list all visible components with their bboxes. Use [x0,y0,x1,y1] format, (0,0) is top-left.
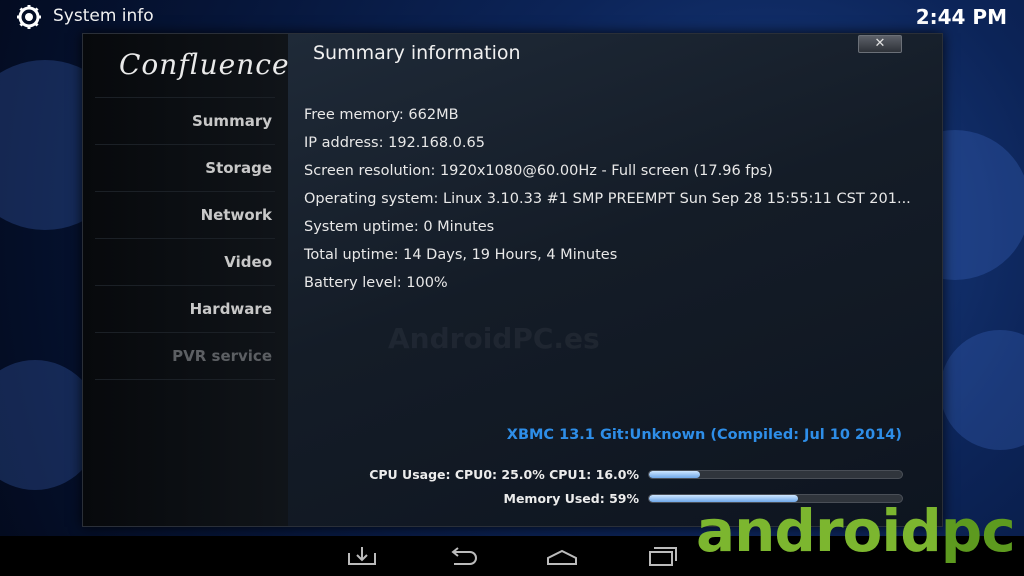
info-screen-resolution: Screen resolution: 1920x1080@60.00Hz - F… [304,163,773,179]
cpu-usage-fill [649,471,700,478]
back-icon[interactable] [444,544,480,568]
window-title: System info [53,6,154,26]
gear-icon [17,5,41,29]
watermark: AndroidPC.es [388,322,600,355]
info-total-uptime: Total uptime: 14 Days, 19 Hours, 4 Minut… [304,247,618,263]
sidebar: Confluence Summary Storage Network Video… [83,34,290,526]
background-bokeh [940,330,1024,450]
sidebar-divider [95,379,275,380]
memory-usage-label: Memory Used: 59% [503,491,639,506]
info-ip-address: IP address: 192.168.0.65 [304,135,485,151]
sidebar-item-summary[interactable]: Summary [95,97,275,143]
confluence-logo: Confluence [119,48,290,81]
home-icon[interactable] [544,544,580,568]
info-operating-system: Operating system: Linux 3.10.33 #1 SMP P… [304,191,911,207]
sidebar-item-pvr-service[interactable]: PVR service [95,332,275,378]
info-free-memory: Free memory: 662MB [304,107,459,123]
version-text: XBMC 13.1 Git:Unknown (Compiled: Jul 10 … [506,427,902,443]
sidebar-item-hardware[interactable]: Hardware [95,285,275,331]
brand-part-android: android [696,497,942,565]
info-system-uptime: System uptime: 0 Minutes [304,219,495,235]
download-icon[interactable] [344,544,380,568]
content-area: Summary information ✕ Free memory: 662MB… [288,34,942,526]
brand-part-pc: pc [940,497,1016,565]
androidpc-logo: androidpc [696,497,1016,565]
cpu-usage-label: CPU Usage: CPU0: 25.0% CPU1: 16.0% [369,467,639,482]
close-button[interactable]: ✕ [858,35,902,53]
sidebar-item-storage[interactable]: Storage [95,144,275,190]
page-title: Summary information [313,42,521,64]
system-info-panel: Confluence Summary Storage Network Video… [82,33,943,527]
sidebar-item-video[interactable]: Video [95,238,275,284]
cpu-usage-bar [648,470,903,479]
top-bar: System info 2:44 PM [0,0,1024,34]
recent-apps-icon[interactable] [644,544,680,568]
sidebar-item-network[interactable]: Network [95,191,275,237]
info-battery-level: Battery level: 100% [304,275,448,291]
clock: 2:44 PM [915,5,1007,29]
